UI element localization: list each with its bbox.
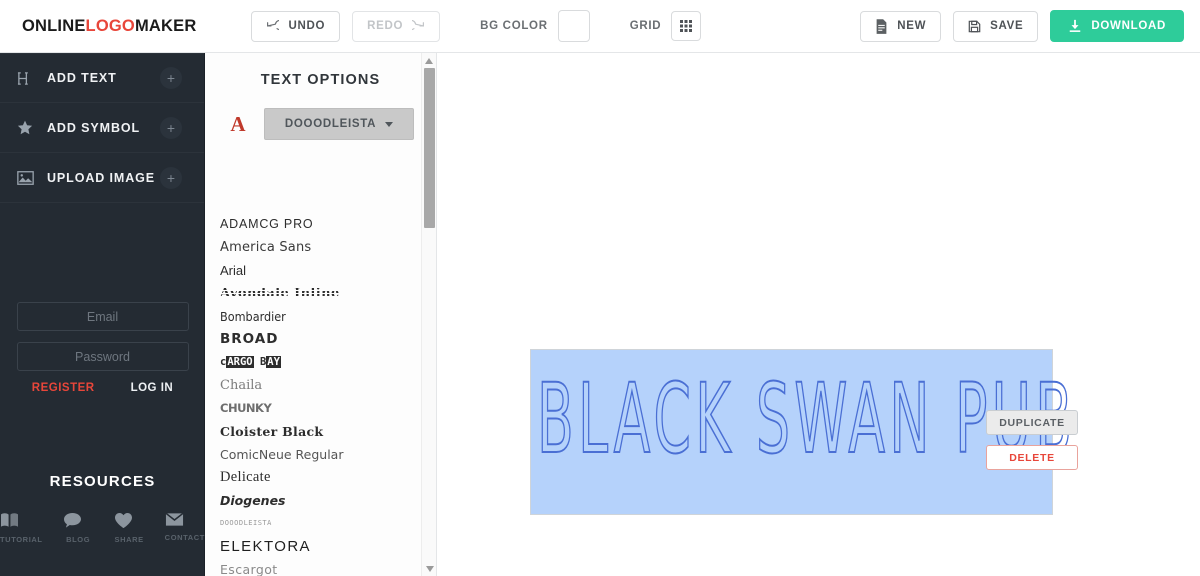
font-list-item[interactable]: DOOODLEISTA	[220, 512, 420, 535]
auth-links: REGISTER LOG IN	[0, 382, 205, 394]
scroll-down-arrow-icon[interactable]	[422, 561, 436, 576]
panel-title: TEXT OPTIONS	[260, 72, 381, 88]
undo-icon	[266, 19, 280, 33]
logo-text[interactable]: BLACK SWAN PUB	[536, 363, 1072, 475]
font-list-item[interactable]: ADAMCG PRO	[220, 213, 420, 236]
chevron-down-icon	[385, 121, 394, 127]
resources-caption-share: SHARE	[114, 535, 144, 544]
font-list-item[interactable]: Escargot	[220, 558, 420, 576]
sidebar-item-upload-image[interactable]: UPLOAD IMAGE +	[0, 153, 204, 203]
register-link[interactable]: REGISTER	[32, 382, 95, 394]
resources-section: RESOURCES TUTORIAL BLOG SHARE CONTACT	[0, 473, 205, 544]
envelope-icon	[165, 512, 205, 527]
grid-icon	[679, 19, 693, 33]
font-list-item[interactable]: BROAD	[220, 328, 420, 351]
left-sidebar: ADD TEXT + ADD SYMBOL + UPLOAD IMAGE + R…	[0, 53, 205, 576]
delete-button[interactable]: DELETE	[986, 445, 1078, 470]
undo-button[interactable]: UNDO	[251, 10, 341, 42]
comment-icon	[63, 512, 94, 529]
resources-item-tutorial[interactable]: TUTORIAL	[0, 512, 43, 544]
duplicate-button[interactable]: DUPLICATE	[986, 410, 1078, 435]
download-icon	[1068, 19, 1082, 33]
font-list-item[interactable]: Avondale Inline	[220, 282, 420, 305]
sidebar-label-upload-image: UPLOAD IMAGE	[47, 170, 156, 185]
sidebar-item-add-text[interactable]: ADD TEXT +	[0, 53, 204, 103]
selected-text-object[interactable]: BLACK SWAN PUB	[530, 349, 1073, 515]
font-list: ADAMCG PRO America Sans Arial Avondale I…	[205, 213, 420, 576]
app-logo[interactable]: ONLINELOGOMAKER	[22, 17, 196, 36]
font-list-item[interactable]: Bombardier	[220, 305, 420, 328]
star-icon	[17, 120, 39, 136]
password-field[interactable]	[16, 342, 189, 371]
font-list-item[interactable]: ELEKTORA	[220, 535, 420, 558]
font-list-item[interactable]: CHUNKY	[220, 397, 420, 420]
login-link[interactable]: LOG IN	[131, 382, 174, 394]
resources-caption-tutorial: TUTORIAL	[0, 535, 43, 544]
bg-color-swatch[interactable]	[557, 10, 590, 42]
sidebar-label-add-symbol: ADD SYMBOL	[47, 120, 141, 135]
bg-color-label: BG COLOR	[480, 20, 548, 32]
font-list-item[interactable]: Delicate	[220, 466, 420, 489]
font-selector-row: A DOOODLEISTA	[205, 108, 436, 140]
font-list-item[interactable]: Arial	[220, 259, 420, 282]
grid-toggle-button[interactable]	[671, 11, 702, 41]
heart-icon	[114, 512, 145, 529]
book-icon	[0, 512, 43, 529]
brand-part-online: ONLINE	[22, 16, 86, 35]
download-button[interactable]: DOWNLOAD	[1050, 10, 1184, 42]
edit-controls: UNDO REDO BG COLOR GRID	[251, 10, 702, 42]
redo-icon	[412, 19, 425, 33]
font-letter-icon: A	[230, 111, 246, 136]
brand-part-maker: MAKER	[134, 16, 197, 35]
resources-item-blog[interactable]: BLOG	[63, 512, 94, 544]
grid-label: GRID	[629, 20, 662, 32]
auth-panel: REGISTER LOG IN	[0, 302, 205, 394]
cargo-argo: ARGO	[226, 356, 254, 368]
top-toolbar: ONLINELOGOMAKER UNDO REDO BG COLOR GRID	[0, 0, 1200, 53]
font-list-item[interactable]: cARGO BAY	[220, 351, 420, 374]
undo-label: UNDO	[288, 20, 326, 32]
cargo-ay: AY	[266, 356, 281, 368]
resources-items: TUTORIAL BLOG SHARE CONTACT	[0, 512, 205, 544]
font-list-item[interactable]: Cloister Black	[220, 420, 420, 443]
logo-canvas[interactable]: BLACK SWAN PUB DUPLICATE DELETE	[437, 53, 1200, 576]
redo-button[interactable]: REDO	[352, 10, 441, 42]
sidebar-item-add-symbol[interactable]: ADD SYMBOL +	[0, 103, 204, 153]
download-label: DOWNLOAD	[1091, 20, 1166, 32]
add-text-plus-button[interactable]: +	[160, 67, 182, 89]
resources-caption-blog: BLOG	[66, 535, 91, 544]
new-button[interactable]: NEW	[860, 10, 942, 42]
sidebar-label-add-text: ADD TEXT	[47, 71, 117, 85]
text-options-panel: TEXT OPTIONS A DOOODLEISTA ADAMCG PRO Am…	[205, 53, 437, 576]
scrollbar-thumb[interactable]	[424, 68, 435, 228]
file-controls: NEW SAVE DOWNLOAD	[860, 10, 1184, 42]
panel-scrollbar[interactable]	[421, 53, 436, 576]
resources-caption-contact: CONTACT	[164, 533, 205, 542]
font-list-item[interactable]: Chaila	[220, 374, 420, 397]
scroll-up-arrow-icon[interactable]	[422, 53, 436, 68]
heading-icon	[17, 71, 39, 86]
font-dropdown[interactable]: DOOODLEISTA	[264, 108, 414, 140]
font-list-item[interactable]: America Sans	[220, 236, 420, 259]
new-label: NEW	[897, 20, 927, 32]
image-icon	[17, 170, 39, 185]
font-dropdown-value: DOOODLEISTA	[284, 118, 377, 130]
brand-part-logo: LOGO	[85, 16, 135, 35]
add-symbol-plus-button[interactable]: +	[160, 116, 182, 139]
save-button[interactable]: SAVE	[953, 10, 1039, 42]
resources-title: RESOURCES	[49, 473, 156, 490]
resources-item-share[interactable]: SHARE	[114, 512, 145, 544]
email-field[interactable]	[16, 302, 189, 331]
floppy-disk-icon	[968, 20, 981, 33]
upload-image-plus-button[interactable]: +	[160, 166, 182, 189]
font-list-item[interactable]: ComicNeue Regular	[220, 443, 420, 466]
resources-item-contact[interactable]: CONTACT	[165, 512, 205, 544]
new-document-icon	[875, 18, 888, 34]
save-label: SAVE	[990, 20, 1024, 32]
redo-label: REDO	[367, 20, 404, 32]
font-list-item[interactable]: Diogenes	[220, 489, 420, 512]
